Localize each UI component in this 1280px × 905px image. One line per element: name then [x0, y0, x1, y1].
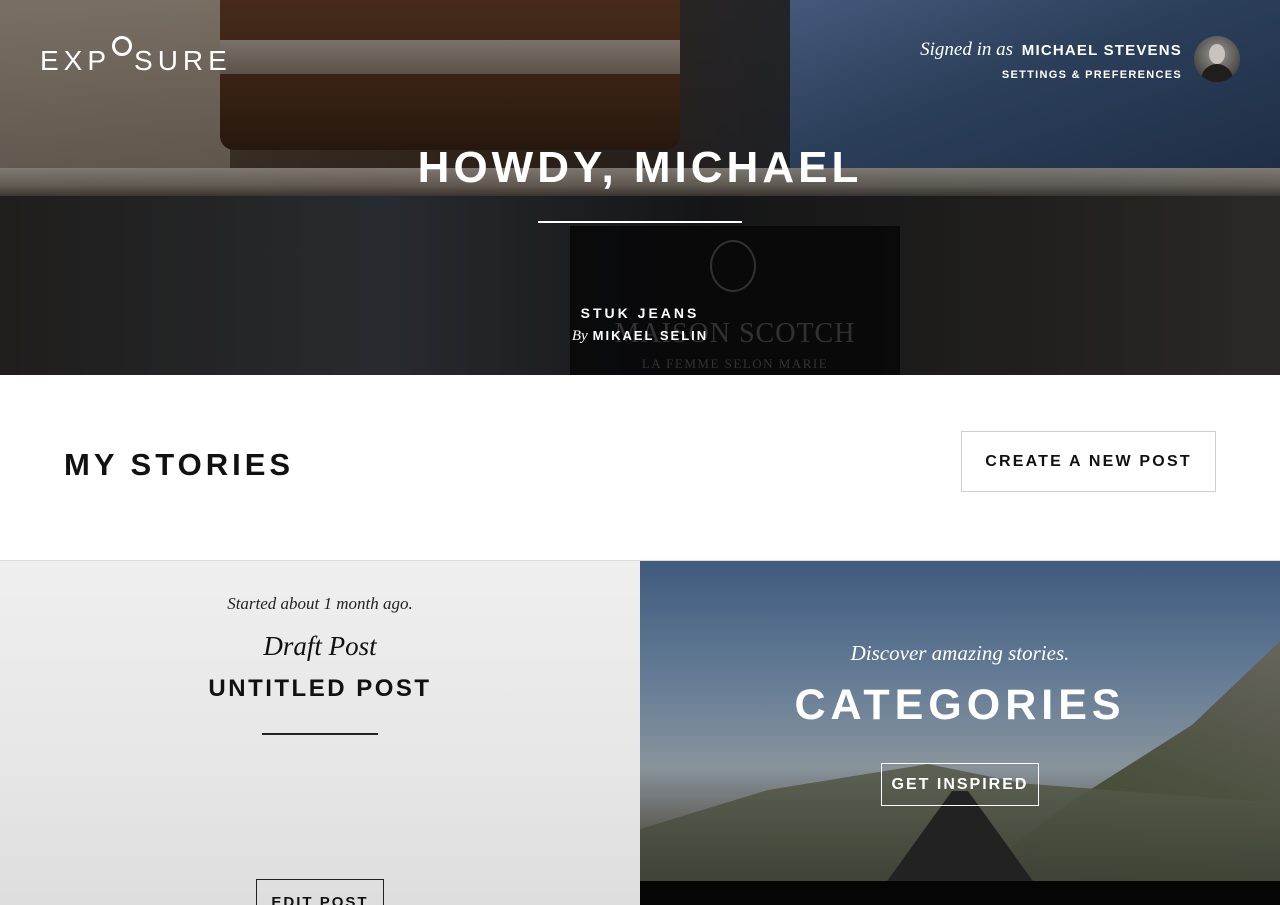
exposure-logo[interactable]: EXP SURE [40, 36, 232, 76]
draft-post-title: UNTITLED POST [208, 675, 432, 702]
account-info: Signed in as MICHAEL STEVENS SETTINGS & … [920, 38, 1182, 81]
featured-author-link[interactable]: MIKAEL SELIN [593, 328, 709, 343]
page-greeting: HOWDY, MICHAEL [417, 143, 863, 192]
draft-post-card[interactable]: Started about 1 month ago. Draft Post UN… [0, 561, 640, 905]
create-new-post-button[interactable]: CREATE A NEW POST [961, 431, 1216, 492]
draft-started-time: Started about 1 month ago. [227, 594, 413, 613]
user-name-link[interactable]: MICHAEL STEVENS [1022, 42, 1182, 59]
draft-label: Draft Post [263, 631, 377, 661]
logo-suffix: SURE [134, 45, 232, 76]
edit-post-button[interactable]: EDIT POST [256, 879, 384, 905]
categories-tagline: Discover amazing stories. [850, 641, 1070, 665]
signed-in-line: Signed in as MICHAEL STEVENS [920, 38, 1182, 63]
draft-divider [262, 733, 378, 735]
featured-story-byline: By MIKAEL SELIN [0, 328, 1280, 345]
my-stories-header: MY STORIES CREATE A NEW POST [0, 375, 1280, 561]
section-title: MY STORIES [64, 447, 295, 482]
logo-ring-icon [112, 36, 133, 56]
get-inspired-button[interactable]: GET INSPIRED [881, 763, 1039, 806]
categories-card[interactable]: Discover amazing stories. CATEGORIES GET… [640, 561, 1280, 905]
avatar[interactable] [1194, 36, 1240, 82]
featured-story-title[interactable]: STUK JEANS [0, 305, 1280, 321]
hero-banner: MAISON SCOTCH LA FEMME SELON MARIE EXP SU… [0, 0, 1280, 375]
byline-prefix: By [571, 328, 588, 344]
signed-in-prefix: Signed in as [920, 39, 1014, 60]
categories-footer-strip [640, 881, 1280, 905]
settings-link[interactable]: SETTINGS & PREFERENCES [920, 69, 1182, 81]
categories-title: CATEGORIES [794, 681, 1126, 729]
hero-divider [538, 221, 742, 223]
logo-prefix: EXP [40, 45, 112, 76]
